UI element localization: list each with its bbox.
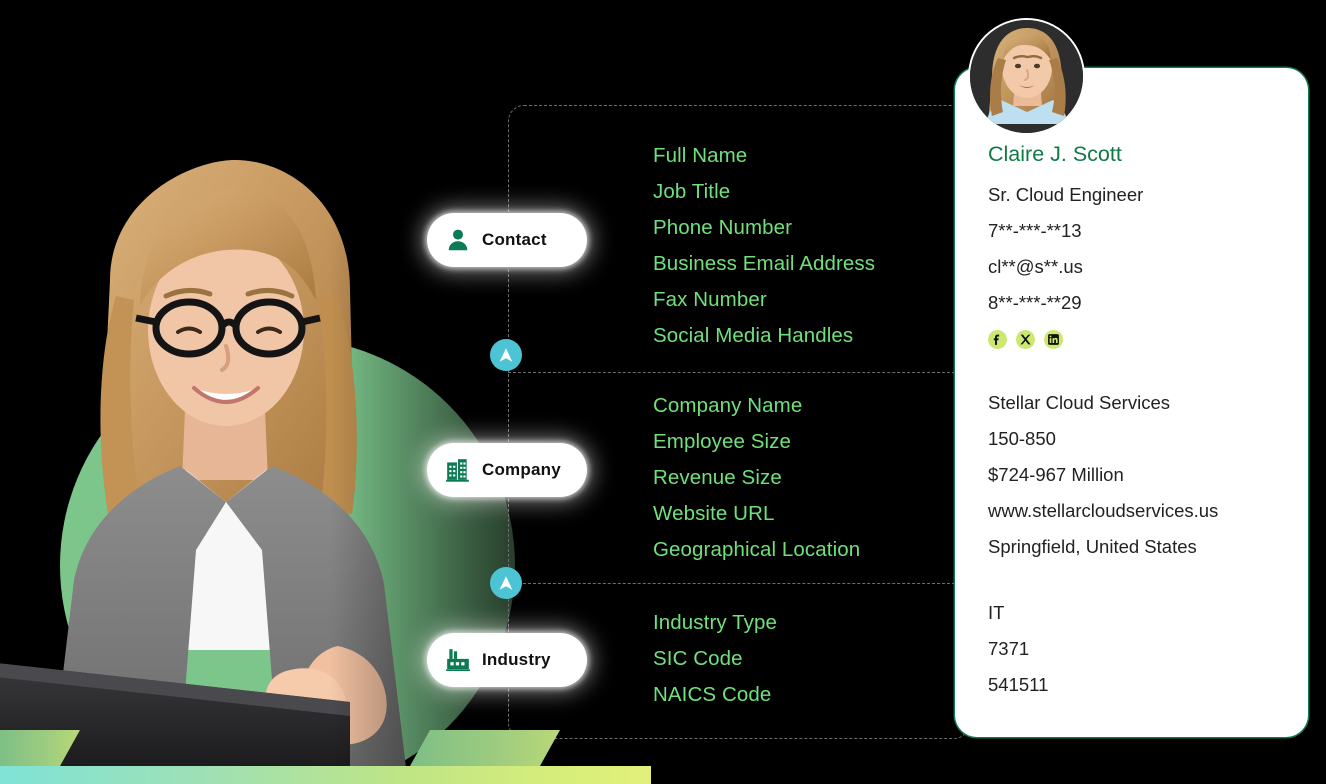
- industry-type-value: IT: [988, 602, 1005, 623]
- contact-name: Claire J. Scott: [988, 142, 1122, 166]
- industry-field-labels: Industry Type SIC Code NAICS Code: [653, 605, 777, 713]
- avatar: [968, 18, 1085, 135]
- user-icon: [445, 227, 471, 253]
- field-label-company-name: Company Name: [653, 394, 803, 417]
- factory-icon: [445, 647, 471, 673]
- field-label-geographical-location: Geographical Location: [653, 538, 861, 561]
- field-label-full-name: Full Name: [653, 144, 748, 167]
- field-label-social-media-handles: Social Media Handles: [653, 324, 854, 347]
- field-label-industry-type: Industry Type: [653, 611, 777, 634]
- contact-fax: 8**-***-**29: [988, 292, 1082, 313]
- card-gap-1: [988, 349, 1298, 385]
- badge-industry[interactable]: Industry: [427, 633, 587, 687]
- employee-size-value: 150-850: [988, 428, 1056, 449]
- field-label-employee-size: Employee Size: [653, 430, 792, 453]
- sic-code-value: 7371: [988, 638, 1030, 659]
- navigation-arrow-marker-2[interactable]: [490, 567, 522, 599]
- field-label-fax-number: Fax Number: [653, 288, 767, 311]
- social-media-handles: [988, 330, 1298, 349]
- badge-industry-label: Industry: [482, 650, 551, 669]
- contact-field-labels: Full Name Job Title Phone Number Busines…: [653, 138, 875, 354]
- badge-company-label: Company: [482, 460, 561, 479]
- field-label-naics-code: NAICS Code: [653, 683, 772, 706]
- website-url-value[interactable]: www.stellarcloudservices.us: [988, 493, 1298, 529]
- navigation-arrow-marker-1[interactable]: [490, 339, 522, 371]
- field-label-phone-number: Phone Number: [653, 216, 793, 239]
- field-label-revenue-size: Revenue Size: [653, 466, 782, 489]
- badge-contact-label: Contact: [482, 230, 547, 249]
- linkedin-icon[interactable]: [1044, 330, 1063, 349]
- contact-email: cl**@s**.us: [988, 256, 1083, 277]
- badge-company[interactable]: Company: [427, 443, 587, 497]
- x-twitter-icon[interactable]: [1016, 330, 1035, 349]
- field-label-business-email-address: Business Email Address: [653, 252, 876, 275]
- bottom-gradient-bar: [0, 766, 651, 784]
- company-name-value: Stellar Cloud Services: [988, 392, 1170, 413]
- naics-code-value: 541511: [988, 674, 1049, 695]
- section-divider-company-industry: [508, 583, 970, 584]
- revenue-size-value: $724-967 Million: [988, 464, 1124, 485]
- geographical-location-value: Springfield, United States: [988, 536, 1197, 557]
- field-label-sic-code: SIC Code: [653, 647, 743, 670]
- hero-photo-businesswoman: [0, 150, 450, 784]
- building-icon: [445, 457, 471, 483]
- badge-contact[interactable]: Contact: [427, 213, 587, 267]
- contact-job-title: Sr. Cloud Engineer: [988, 184, 1144, 205]
- profile-card-body: Claire J. Scott Sr. Cloud Engineer 7**-*…: [988, 139, 1298, 703]
- contact-phone: 7**-***-**13: [988, 220, 1082, 241]
- field-label-website-url: Website URL: [653, 502, 775, 525]
- company-field-labels: Company Name Employee Size Revenue Size …: [653, 388, 860, 568]
- card-gap-2: [988, 565, 1298, 595]
- screenshot-canvas: Full Name Job Title Phone Number Busines…: [0, 0, 1326, 784]
- facebook-icon[interactable]: [988, 330, 1007, 349]
- section-divider-contact-company: [508, 372, 970, 373]
- navigation-arrow-icon: [497, 574, 515, 592]
- navigation-arrow-icon: [497, 346, 515, 364]
- field-label-job-title: Job Title: [653, 180, 731, 203]
- bottom-wedge-decoration: [0, 730, 651, 766]
